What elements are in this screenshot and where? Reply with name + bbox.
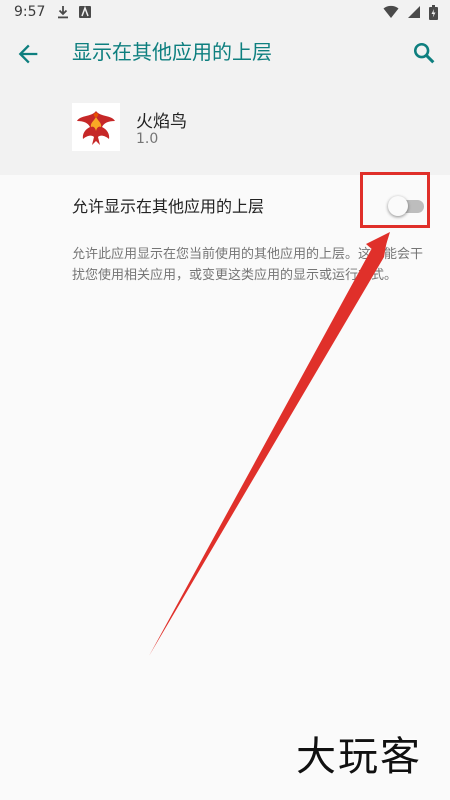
annotation-arrow bbox=[149, 232, 390, 656]
watermark: 大玩客 bbox=[296, 734, 422, 780]
